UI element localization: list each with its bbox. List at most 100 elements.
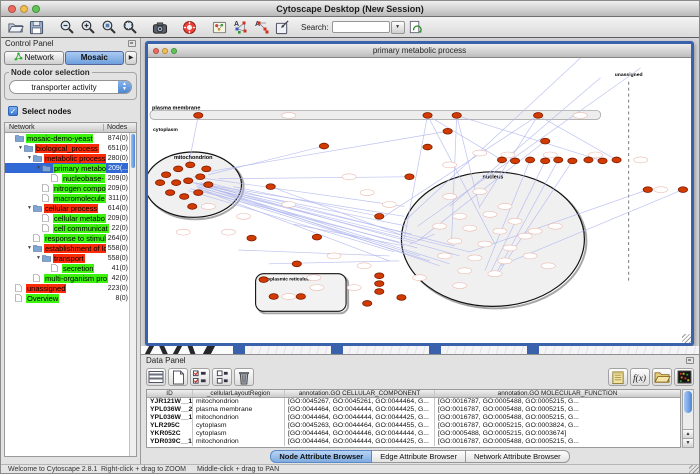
expander-icon[interactable]: ▼: [35, 165, 42, 171]
node-count: 209(0): [106, 185, 128, 192]
delete-attribute-button[interactable]: [234, 368, 254, 386]
tab-edge-attribute-browser[interactable]: Edge Attribute Browser: [372, 450, 466, 463]
minimize-button[interactable]: [20, 5, 28, 13]
import-network-button[interactable]: [272, 18, 293, 36]
tree-row[interactable]: cell communicat22(0): [5, 223, 128, 233]
tree-row[interactable]: secretion41(0): [5, 263, 128, 273]
search-input[interactable]: [332, 21, 390, 33]
expander-icon[interactable]: ▼: [26, 205, 33, 211]
table-row[interactable]: YDR039C__1mitochondrion[GO:0044464, GO:0…: [147, 438, 680, 446]
layout-annotation-2-button[interactable]: A: [251, 18, 272, 36]
gene-label-node: [433, 223, 447, 229]
window-resize-grip[interactable]: [682, 334, 691, 343]
save-session-button[interactable]: [26, 18, 47, 36]
network-name: metabolic process: [44, 154, 106, 163]
unselect-attributes-button[interactable]: [212, 368, 232, 386]
tree-row[interactable]: unassigned223(0): [5, 283, 128, 293]
table-cell: YJR121W__1: [147, 398, 193, 406]
zoom-selected-region-button[interactable]: [119, 18, 140, 36]
help-button[interactable]: [179, 18, 200, 36]
node-count: 558(0): [106, 255, 128, 262]
zoom-fit-button[interactable]: [98, 18, 119, 36]
column-header[interactable]: annotation.GO MOLECULAR_FUNCTION: [435, 390, 680, 397]
tree-row[interactable]: ▼primary metabo209(...: [5, 163, 128, 173]
search-dropdown-button[interactable]: ▼: [391, 21, 405, 34]
tab-node-attribute-browser[interactable]: Node Attribute Browser: [270, 450, 372, 463]
column-header[interactable]: _cellularLayoutRegion: [193, 390, 285, 397]
attribute-editor-button[interactable]: [608, 368, 628, 386]
network-view-window[interactable]: primary metabolic process plasma membran…: [145, 41, 694, 346]
table-row[interactable]: YJR121W__1mitochondrion[GO:0045267, GO:0…: [147, 398, 680, 406]
scroll-up-icon[interactable]: ▲: [683, 429, 693, 438]
tree-row[interactable]: ▼ transport 558(0): [5, 253, 128, 263]
tab-overflow-arrow[interactable]: ▶: [125, 51, 137, 65]
take-snapshot-button[interactable]: [149, 18, 170, 36]
table-row[interactable]: YPL036W__1mitochondrion[GO:0044464, GO:0…: [147, 414, 680, 422]
tree-row[interactable]: nitrogen compo209(0): [5, 183, 128, 193]
table-row[interactable]: YPL036W__2plasma membrane[GO:0044464, GO…: [147, 406, 680, 414]
zoom-in-button[interactable]: [77, 18, 98, 36]
expander-icon[interactable]: ▼: [17, 145, 24, 151]
table-row[interactable]: YKR052Ccytoplasm[GO:0044464, GO:0044446,…: [147, 430, 680, 438]
network-window-titlebar[interactable]: primary metabolic process: [148, 44, 691, 58]
zoom-out-button[interactable]: [56, 18, 77, 36]
column-header[interactable]: annotation.GO CELLULAR_COMPONENT: [285, 390, 435, 397]
label-unassigned: unassigned: [615, 72, 643, 78]
app-resize-grip[interactable]: [689, 465, 699, 474]
open-file-button[interactable]: [5, 18, 26, 36]
vizmapper-icon: [212, 20, 227, 35]
tree-scrollbar[interactable]: [129, 133, 136, 456]
node-color-dropdown[interactable]: transporter activity ▲▼: [9, 80, 132, 94]
gene-node: [510, 158, 519, 164]
mdi-desktop: primary metabolic process plasma membran…: [141, 38, 699, 464]
function-builder-button[interactable]: f(x): [630, 368, 650, 386]
select-nodes-checkbox[interactable]: ✓: [8, 106, 18, 116]
close-button[interactable]: [8, 5, 16, 13]
zoom-button[interactable]: [32, 5, 40, 13]
gene-label-node: [573, 112, 587, 118]
table-scrollbar[interactable]: ▲ ▼: [682, 389, 694, 448]
tree-row[interactable]: macromolecule311(0): [5, 193, 128, 203]
tree-row[interactable]: cellular metabo209(0): [5, 213, 128, 223]
close-icon[interactable]: [153, 48, 159, 54]
float-panel-icon[interactable]: [686, 357, 694, 364]
expander-icon[interactable]: ▼: [26, 245, 33, 251]
import-attributes-button[interactable]: [652, 368, 672, 386]
column-header[interactable]: ID: [147, 390, 193, 397]
attribute-matrix-button[interactable]: [674, 368, 694, 386]
tree-row[interactable]: nucleobase-209(0): [5, 173, 128, 183]
scrollbar-thumb[interactable]: [684, 391, 692, 413]
attribute-table-button[interactable]: [146, 368, 166, 386]
tree-row[interactable]: ▼cellular process614(0): [5, 203, 128, 213]
tree-row[interactable]: Overview8(0): [5, 293, 128, 303]
table-row[interactable]: YLR295Ccytoplasm[GO:0045263, GO:0044464,…: [147, 422, 680, 430]
tree-row[interactable]: ▼establishment of lo558(0): [5, 243, 128, 253]
tab-network-attribute-browser[interactable]: Network Attribute Browser: [466, 450, 570, 463]
scroll-down-icon[interactable]: ▼: [683, 438, 693, 447]
network-folder-icon: [15, 134, 25, 142]
node-count: 209(0): [106, 215, 128, 222]
tree-row[interactable]: ▼metabolic process280(0): [5, 153, 128, 163]
gene-label-node: [327, 253, 341, 259]
expander-icon[interactable]: ▼: [35, 255, 42, 261]
vizmapper-button[interactable]: [209, 18, 230, 36]
network-canvas[interactable]: plasma membranecytoplasmmitochondrionnuc…: [148, 58, 691, 343]
expander-icon[interactable]: ▼: [26, 155, 33, 161]
refresh-attributes-button[interactable]: [405, 18, 426, 36]
tree-row[interactable]: ▼biological_process651(0): [5, 143, 128, 153]
title-bar[interactable]: Cytoscape Desktop (New Session): [1, 1, 699, 17]
tab-mosaic[interactable]: Mosaic: [65, 51, 125, 65]
create-attribute-button[interactable]: [168, 368, 188, 386]
network-name: transport: [53, 254, 85, 263]
attribute-table[interactable]: ID_cellularLayoutRegionannotation.GO CEL…: [146, 389, 681, 448]
maximize-icon[interactable]: [171, 48, 177, 54]
tree-row[interactable]: multi-organism pro42(0): [5, 273, 128, 283]
minimize-icon[interactable]: [162, 48, 168, 54]
tree-row[interactable]: response to stimulu264(0): [5, 233, 128, 243]
select-attributes-button[interactable]: [190, 368, 210, 386]
tab-network[interactable]: Network: [4, 51, 64, 65]
float-panel-icon[interactable]: [128, 40, 136, 47]
layout-annotation-1-button[interactable]: A: [230, 18, 251, 36]
tree-row[interactable]: mosaic-demo-yeast874(0): [5, 133, 128, 143]
tree-column-nodes: Nodes: [104, 124, 136, 131]
